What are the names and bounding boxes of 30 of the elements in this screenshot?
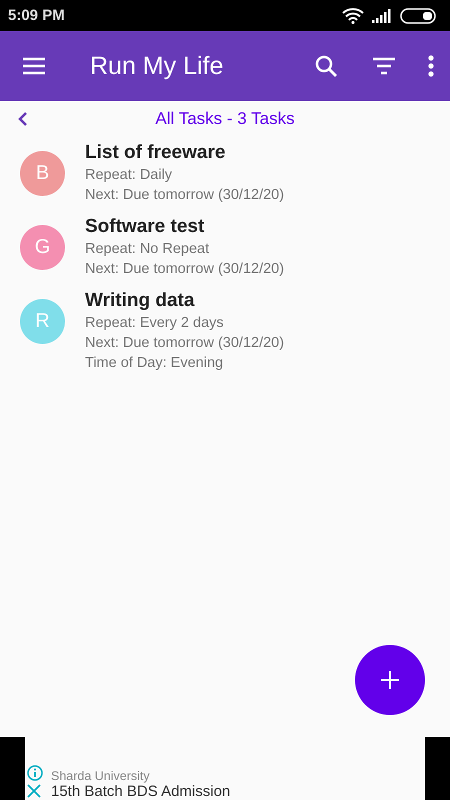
close-icon[interactable] xyxy=(27,784,41,798)
battery-icon xyxy=(400,8,436,24)
task-detail: Repeat: Daily xyxy=(85,166,174,185)
task-detail: Repeat: Every 2 days xyxy=(85,314,225,333)
avatar: G xyxy=(20,225,65,270)
task-detail: Time of Day: Evening xyxy=(85,354,224,373)
task-title[interactable]: Software test xyxy=(85,215,284,239)
plus-icon xyxy=(380,670,400,690)
task-detail: Next: Due tomorrow (30/12/20) xyxy=(85,334,284,353)
more-icon xyxy=(428,55,434,77)
task-title[interactable]: Writing data xyxy=(85,289,284,313)
ad-advertiser: Sharda University xyxy=(51,769,151,783)
list-header: All Tasks - 3 Tasks xyxy=(155,109,295,129)
task-detail: Next: Due tomorrow (30/12/20) xyxy=(85,186,284,205)
chevron-left-icon xyxy=(18,111,28,127)
info-icon xyxy=(27,765,43,781)
task-title[interactable]: List of freeware xyxy=(85,141,284,165)
task-detail: Repeat: No Repeat xyxy=(85,240,210,259)
search-icon xyxy=(314,54,338,78)
avatar: R xyxy=(20,299,65,344)
app-title: Run My Life xyxy=(90,52,224,80)
ad-banner[interactable]: Sharda University 15th Batch BDS Admission xyxy=(25,737,425,800)
signal-icon xyxy=(372,8,392,22)
ad-headline: 15th Batch BDS Admission xyxy=(51,783,230,800)
status-time: 5:09 PM xyxy=(8,7,65,24)
filter-icon xyxy=(372,57,396,75)
avatar: B xyxy=(20,151,65,196)
menu-icon xyxy=(22,56,46,76)
wifi-icon xyxy=(342,8,364,24)
task-detail: Next: Due tomorrow (30/12/20) xyxy=(85,260,284,279)
